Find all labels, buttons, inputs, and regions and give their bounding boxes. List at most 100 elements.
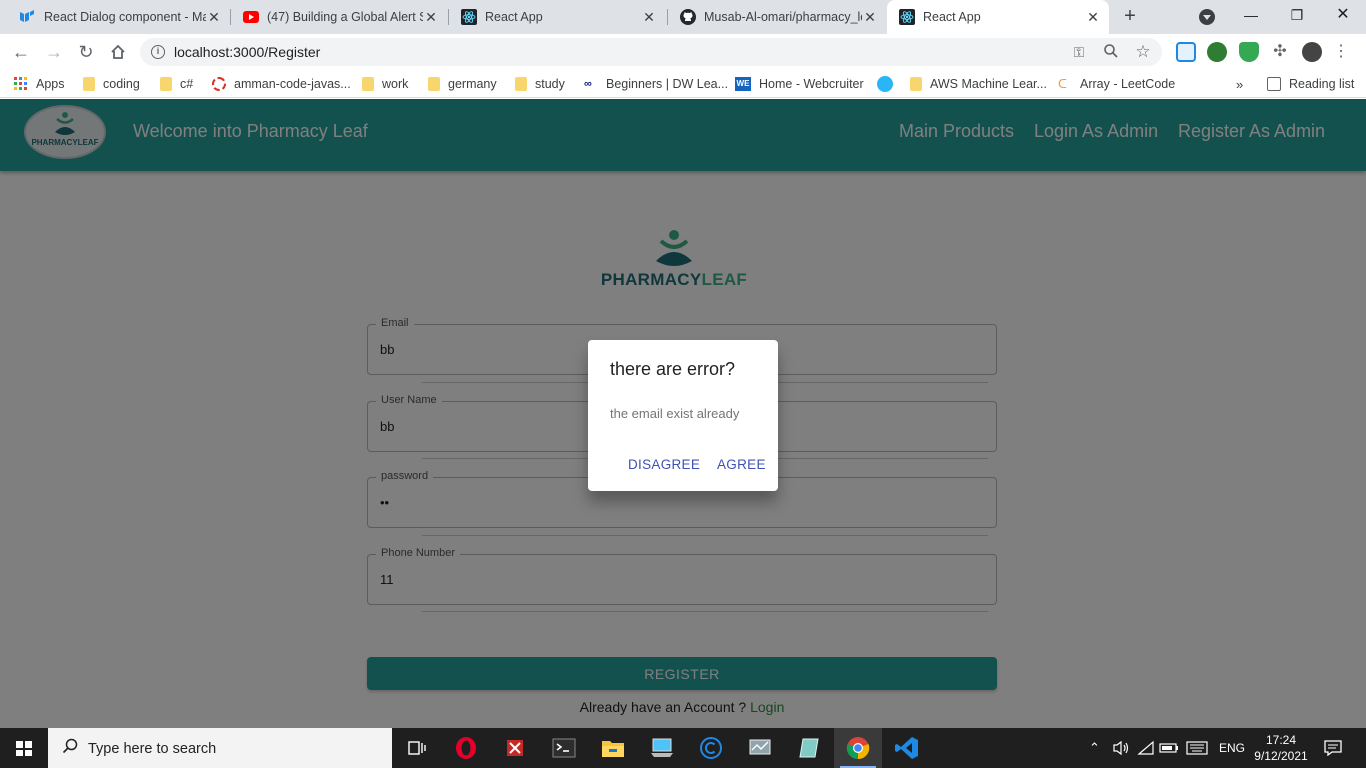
tab-title: Musab-Al-omari/pharmacy_le — [704, 10, 862, 24]
vscode-icon[interactable] — [883, 728, 931, 768]
chrome-icon[interactable] — [834, 728, 882, 768]
bookmark-item[interactable]: amman-code-javas... — [212, 75, 351, 93]
bookmark-star-icon[interactable]: ☆ — [1134, 43, 1152, 61]
language-indicator[interactable]: ENG — [1219, 728, 1245, 768]
opera-icon[interactable] — [442, 728, 490, 768]
avatar[interactable] — [1302, 42, 1322, 62]
bookmark-item[interactable] — [877, 75, 901, 93]
close-icon[interactable]: ✕ — [206, 9, 222, 26]
task-view-icon[interactable] — [393, 728, 441, 768]
extension-icon[interactable] — [1207, 42, 1227, 62]
restore-button[interactable]: ❐ — [1274, 0, 1320, 30]
close-icon[interactable]: ✕ — [641, 9, 657, 26]
address-bar[interactable]: i localhost:3000/Register ⚿ ☆ — [140, 38, 1162, 66]
browser-tab-active[interactable]: React App ✕ — [887, 0, 1109, 34]
browser-tab[interactable]: Musab-Al-omari/pharmacy_le ✕ — [668, 0, 886, 34]
browser-tab[interactable]: (47) Building a Global Alert Sy ✕ — [231, 0, 447, 34]
webcruiter-icon: WE — [735, 77, 751, 91]
folder-icon — [160, 77, 172, 91]
reload-icon[interactable]: ↻ — [74, 40, 98, 64]
zoom-icon[interactable] — [1102, 43, 1120, 61]
bookmark-label: c# — [180, 77, 194, 91]
folder-icon — [362, 77, 374, 91]
new-tab-button[interactable]: + — [1118, 5, 1142, 29]
file-explorer-icon[interactable] — [589, 728, 637, 768]
tab-title: React App — [485, 10, 543, 24]
minimize-button[interactable]: — — [1228, 0, 1274, 30]
bookmark-folder[interactable]: AWS Machine Lear... — [910, 75, 1047, 93]
close-icon[interactable]: ✕ — [1085, 9, 1101, 26]
bookmark-folder[interactable]: c# — [160, 75, 193, 93]
bookmark-label: AWS Machine Lear... — [930, 77, 1047, 91]
monitor-icon[interactable] — [736, 728, 784, 768]
bookmark-item[interactable]: ∞ Beginners | DW Lea... — [584, 75, 728, 93]
site-info-icon[interactable]: i — [151, 45, 165, 59]
browser-tab[interactable]: React App ✕ — [449, 0, 665, 34]
show-hidden-icons[interactable]: ⌃ — [1089, 728, 1100, 768]
computer-icon[interactable] — [638, 728, 686, 768]
agree-button[interactable]: AGREE — [717, 457, 766, 472]
aws-icon — [877, 76, 893, 92]
search-placeholder: Type here to search — [88, 741, 217, 757]
tab-title: React Dialog component - Ma — [44, 10, 206, 24]
window-close-button[interactable]: ✕ — [1320, 0, 1366, 30]
close-icon[interactable]: ✕ — [423, 9, 439, 26]
folder-icon — [83, 77, 95, 91]
back-arrow-icon[interactable]: ← — [9, 40, 33, 64]
react-icon — [461, 9, 477, 25]
menu-dots-icon[interactable]: ⋮ — [1332, 43, 1350, 61]
shield-icon[interactable] — [1239, 42, 1259, 62]
web-page: PHARMACYLEAF Welcome into Pharmacy Leaf … — [0, 99, 1366, 728]
bookmark-item[interactable]: WE Home - Webcruiter — [735, 75, 864, 93]
keyboard-icon[interactable] — [1186, 728, 1208, 768]
volume-icon[interactable] — [1112, 728, 1130, 768]
bookmark-label: work — [382, 77, 409, 91]
bookmark-label: Beginners | DW Lea... — [606, 77, 729, 91]
puzzle-icon[interactable]: ✣ — [1271, 43, 1289, 61]
browser-tab-strip: React Dialog component - Ma ✕ (47) Build… — [0, 0, 1366, 34]
dialog-message: the email exist already — [610, 406, 740, 421]
tab-title: (47) Building a Global Alert Sy — [267, 10, 423, 24]
extension-icon[interactable] — [1176, 42, 1196, 62]
search-icon — [62, 738, 78, 754]
taskbar-search[interactable]: Type here to search — [48, 728, 392, 768]
windows-logo-icon — [16, 741, 32, 756]
browser-tab[interactable]: React Dialog component - Ma ✕ — [8, 0, 230, 34]
bookmark-label: germany — [448, 77, 497, 91]
notebook-icon[interactable] — [785, 728, 833, 768]
code-icon — [212, 77, 226, 91]
start-button[interactable] — [0, 728, 48, 768]
terminal-icon[interactable] — [540, 728, 588, 768]
browser-toolbar: ← → ↻ i localhost:3000/Register ⚿ ☆ ✣ ⋮ — [0, 34, 1366, 70]
home-icon[interactable] — [106, 40, 130, 64]
key-icon[interactable]: ⚿ — [1070, 43, 1088, 61]
error-dialog: there are error? the email exist already… — [588, 340, 778, 491]
tab-search-icon[interactable] — [1199, 9, 1215, 25]
dialog-title: there are error? — [610, 359, 736, 379]
github-icon — [680, 9, 696, 25]
bookmark-apps[interactable]: Apps — [14, 75, 65, 93]
windows-taskbar: Type here to search ⌃ ENG 17:24 9/12/202… — [0, 728, 1366, 768]
bookmark-item[interactable]: ᑕ Array - LeetCode — [1058, 75, 1175, 93]
notifications-icon[interactable] — [1324, 728, 1342, 768]
folder-icon — [428, 77, 440, 91]
url-text[interactable]: localhost:3000/Register — [174, 44, 320, 60]
bookmark-label: Apps — [36, 77, 65, 91]
close-icon[interactable]: ✕ — [862, 9, 878, 26]
bookmark-folder[interactable]: germany — [428, 75, 497, 93]
forward-arrow-icon[interactable]: → — [42, 40, 66, 64]
reading-list-button[interactable]: Reading list — [1267, 75, 1354, 93]
bookmark-folder[interactable]: coding — [83, 75, 140, 93]
folder-icon — [515, 77, 527, 91]
battery-icon[interactable] — [1159, 728, 1179, 768]
bookmark-label: Array - LeetCode — [1080, 77, 1176, 91]
network-icon[interactable] — [1137, 728, 1155, 768]
app-icon[interactable] — [491, 728, 539, 768]
copyleaks-icon[interactable] — [687, 728, 735, 768]
bookmark-folder[interactable]: work — [362, 75, 408, 93]
folder-icon — [910, 77, 922, 91]
bookmarks-overflow[interactable]: » — [1236, 75, 1243, 93]
clock[interactable]: 17:24 9/12/2021 — [1250, 732, 1312, 764]
disagree-button[interactable]: DISAGREE — [628, 457, 700, 472]
bookmark-folder[interactable]: study — [515, 75, 565, 93]
